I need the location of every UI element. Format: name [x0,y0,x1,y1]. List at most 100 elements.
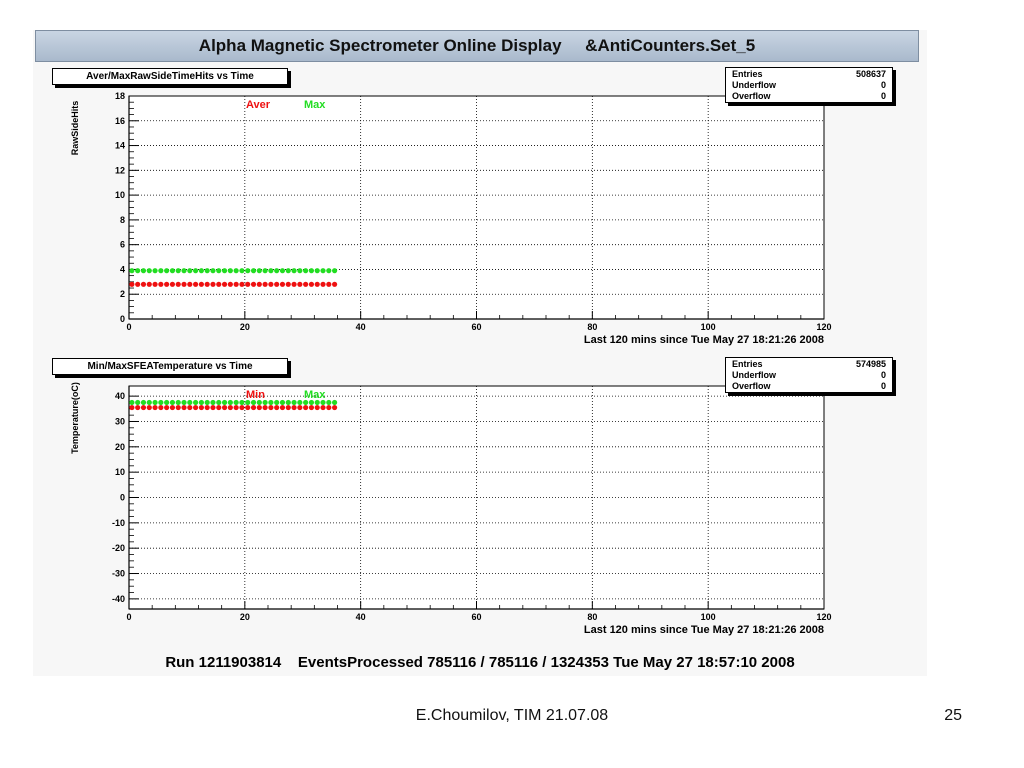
display-title: Alpha Magnetic Spectrometer Online Displ… [35,30,919,62]
data-point-max [210,399,216,406]
data-point-max [256,399,262,406]
data-point-min [303,404,309,411]
data-point-max [245,268,251,274]
legend-max: Max [304,99,326,111]
data-point-aver [158,281,164,287]
data-point-min [210,404,216,411]
y-tick-label: 18 [115,91,125,101]
x-tick-label: 100 [701,612,716,622]
data-point-aver [268,281,274,287]
y-tick-label: 30 [115,416,125,426]
data-point-max [216,268,222,274]
y-tick-label: 16 [115,116,125,126]
data-point-max [193,268,199,274]
data-point-max [303,268,309,274]
data-point-min [250,404,257,411]
stats-underflow-label: Underflow [732,370,776,380]
data-point-max [308,268,315,274]
x-tick-label: 40 [356,322,366,332]
data-point-max [193,399,199,406]
stats-entries-value: 508637 [855,69,886,79]
y-tick-label: 6 [120,240,125,250]
data-point-min [227,404,233,411]
chart-pad-raw-side-hits: 0 20 40 60 80 100 120 0 2 4 6 8 10 12 14 16 18 RawSideHit… [40,66,920,346]
data-point-min [221,404,228,411]
x-tick-label: 100 [701,322,716,332]
stats-underflow-value: 0 [880,80,886,90]
data-point-aver [164,281,170,287]
y-tick-label: 2 [120,289,125,299]
data-point-max [274,268,280,274]
data-point-max [158,399,164,406]
data-point-max [129,268,135,274]
data-point-max [332,399,338,406]
data-point-min [239,404,245,411]
data-point-max [268,399,274,406]
data-point-aver [332,281,338,287]
y-tick-label: -40 [112,594,125,604]
stats-entries-label: Entries [732,69,763,79]
data-point-min [140,404,147,411]
legend-min: Min [246,389,265,401]
data-point-max [175,399,181,406]
y-tick-label: 10 [115,467,125,477]
data-point-min [245,404,251,411]
data-point-max [169,399,176,406]
stats-box: Entries 574985 Underflow 0 Overflow 0 [725,357,893,393]
data-point-max [187,399,193,406]
data-point-aver [245,281,251,287]
data-point-min [268,404,274,411]
data-point-aver [216,281,222,287]
y-tick-label: 4 [120,264,125,274]
data-point-max [221,268,228,274]
data-point-min [204,404,210,411]
data-point-aver [175,281,181,287]
data-point-max [227,268,233,274]
chart-raw-side-hits: 0 20 40 60 80 100 120 0 2 4 6 8 10 12 14 16 18 RawSideHit… [70,91,832,346]
data-point-min [152,404,158,411]
data-point-max [135,399,141,406]
data-point-max [187,268,193,274]
x-tick-label: 120 [816,322,831,332]
stats-overflow-value: 0 [880,381,886,391]
x-tick-label: 120 [816,612,831,622]
data-point-max [291,399,297,406]
stats-entries-value: 574985 [855,359,886,369]
data-point-min [285,404,291,411]
data-point-max [164,268,170,274]
footer-author: E.Choumilov, TIM 21.07.08 [415,707,609,724]
data-point-min [146,404,152,411]
data-point-max [175,268,181,274]
data-point-aver [140,281,147,287]
stats-entries-label: Entries [732,359,763,369]
page-number: 25 [944,707,962,724]
data-point-min [297,404,303,411]
y-tick-label: 0 [120,314,125,324]
stats-underflow-value: 0 [880,370,886,380]
data-point-max [146,399,152,406]
data-point-aver [297,281,303,287]
data-point-max [239,268,245,274]
data-point-max [250,399,257,406]
histogram-title: Min/MaxSFEATemperature vs Time [52,358,288,375]
data-point-aver [291,281,297,287]
data-point-min [314,404,320,411]
data-point-max [152,268,158,274]
data-point-max [297,399,303,406]
y-tick-label: 20 [115,442,125,452]
data-point-aver [303,281,309,287]
histogram-title: Aver/MaxRawSideTimeHits vs Time [52,68,288,85]
x-axis-label: Last 120 mins since Tue May 27 18:21:26 … [584,334,824,346]
data-point-aver [129,281,135,287]
x-tick-label: 0 [126,322,131,332]
y-axis-label: RawSideHits [70,101,80,156]
data-point-min [332,404,338,411]
data-point-max [285,399,291,406]
y-tick-label: 40 [115,391,125,401]
x-tick-label: 20 [240,612,250,622]
data-point-min [308,404,315,411]
data-point-max [262,399,268,406]
x-tick-label: 80 [587,322,597,332]
data-point-max [285,268,291,274]
x-axis-label: Last 120 mins since Tue May 27 18:21:26 … [584,624,824,636]
